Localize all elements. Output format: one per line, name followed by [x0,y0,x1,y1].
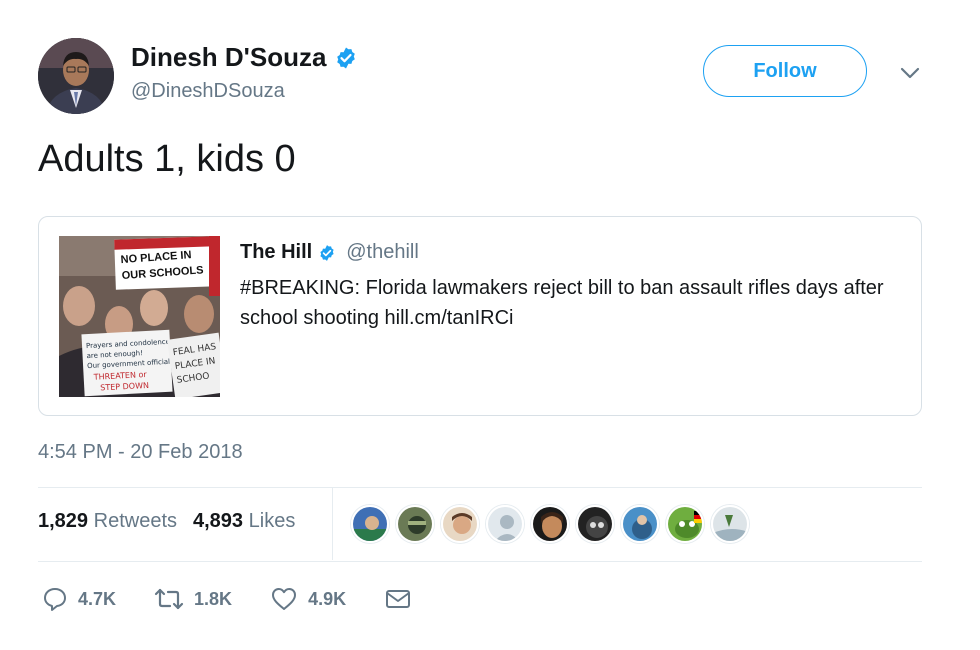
follow-button[interactable]: Follow [703,45,867,97]
likes-label: Likes [248,510,296,532]
divider [38,561,922,562]
engagement-stats: 1,829 Retweets 4,893 Likes [38,510,295,533]
liker-avatar[interactable] [711,505,749,543]
liker-avatar[interactable] [621,505,659,543]
retweets-count: 1,829 [38,510,89,532]
verified-badge-icon [337,47,356,68]
liker-avatar[interactable] [351,505,389,543]
chevron-down-icon [900,67,920,79]
liker-avatar[interactable] [396,505,434,543]
more-options-button[interactable] [897,60,923,86]
quoted-author-name[interactable]: The Hill [240,241,312,264]
author-avatar[interactable] [38,38,114,114]
tweet-text: Adults 1, kids 0 [38,138,296,180]
reply-button[interactable]: 4.7K [42,586,116,612]
quoted-author-handle[interactable]: @thehill [346,241,419,264]
quoted-tweet-card[interactable]: NO PLACE IN OUR SCHOOLS Prayers and cond… [38,216,922,416]
retweet-button[interactable]: 1.8K [154,586,232,612]
quoted-tweet-text: #BREAKING: Florida lawmakers reject bill… [240,277,884,329]
liker-avatar[interactable] [486,505,524,543]
retweets-stat[interactable]: 1,829 Retweets [38,510,177,533]
reply-icon [44,588,66,611]
likes-count: 4,893 [193,510,244,532]
liker-avatar[interactable] [531,505,569,543]
verified-badge-icon [320,244,334,261]
divider [38,487,922,488]
quoted-tweet-header: The Hill @thehill [240,241,419,264]
like-button[interactable]: 4.9K [270,586,346,612]
divider [332,488,333,560]
reply-count: 4.7K [78,588,117,609]
author-handle[interactable]: @DineshDSouza [131,80,285,103]
envelope-icon [386,590,411,608]
retweet-icon [154,588,184,610]
direct-message-button[interactable] [384,586,412,612]
author-name-row[interactable]: Dinesh D'Souza [131,42,358,73]
quoted-tweet-image[interactable]: NO PLACE IN OUR SCHOOLS Prayers and cond… [59,236,220,397]
liker-avatar[interactable] [666,505,704,543]
like-count: 4.9K [308,588,347,609]
likes-stat[interactable]: 4,893 Likes [193,510,295,533]
liker-avatars [351,505,749,543]
tweet-timestamp[interactable]: 4:54 PM - 20 Feb 2018 [38,441,243,464]
heart-icon [272,588,297,610]
author-name[interactable]: Dinesh D'Souza [131,42,326,73]
tweet-actions: 4.7K 1.8K 4.9K [42,586,450,612]
liker-avatar[interactable] [441,505,479,543]
retweets-label: Retweets [93,510,177,532]
retweet-count: 1.8K [194,588,233,609]
liker-avatar[interactable] [576,505,614,543]
